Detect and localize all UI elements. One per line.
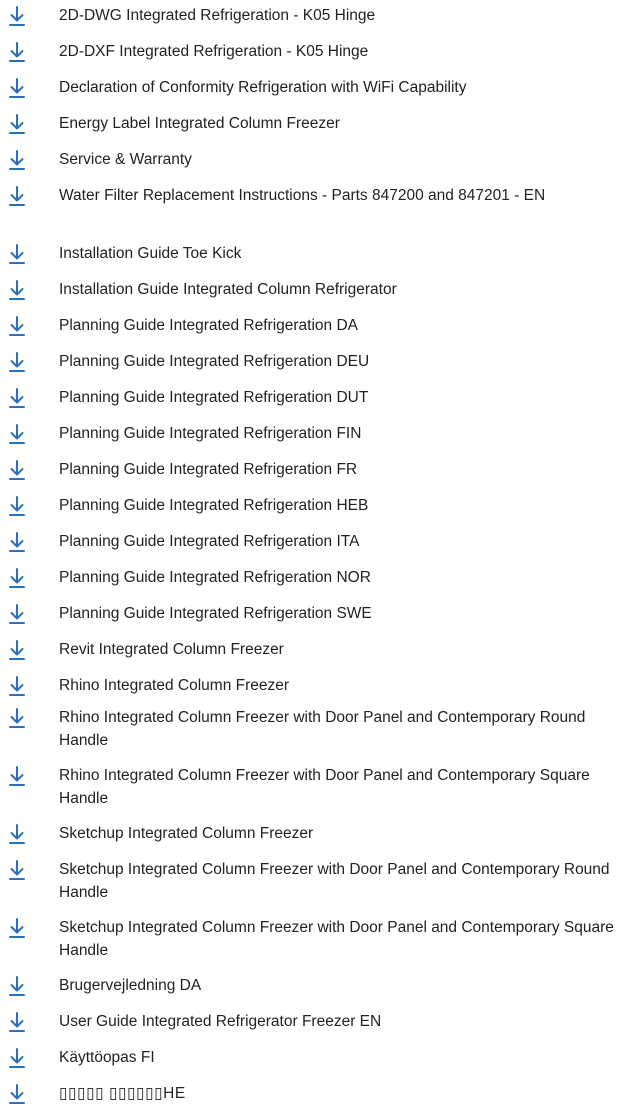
- download-item[interactable]: Installation Guide Integrated Column Ref…: [0, 278, 621, 302]
- download-item[interactable]: Käyttöopas FI: [0, 1046, 621, 1070]
- download-item[interactable]: Water Filter Replacement Instructions - …: [0, 184, 621, 232]
- download-arrow-icon[interactable]: [8, 113, 26, 135]
- download-arrow-icon[interactable]: [8, 423, 26, 445]
- download-item[interactable]: Rhino Integrated Column Freezer with Doo…: [0, 706, 621, 754]
- download-arrow-icon[interactable]: [8, 823, 26, 845]
- download-item[interactable]: 2D-DXF Integrated Refrigeration - K05 Hi…: [0, 40, 621, 64]
- download-item[interactable]: Revit Integrated Column Freezer: [0, 638, 621, 662]
- download-arrow-icon[interactable]: [8, 279, 26, 301]
- download-link[interactable]: Planning Guide Integrated Refrigeration …: [59, 350, 617, 373]
- download-link[interactable]: Planning Guide Integrated Refrigeration …: [59, 314, 617, 337]
- download-link[interactable]: Energy Label Integrated Column Freezer: [59, 112, 617, 135]
- download-item[interactable]: Planning Guide Integrated Refrigeration …: [0, 386, 621, 410]
- download-arrow-icon[interactable]: [8, 531, 26, 553]
- download-item[interactable]: Rhino Integrated Column Freezer: [0, 674, 621, 698]
- download-link[interactable]: Planning Guide Integrated Refrigeration …: [59, 422, 617, 445]
- download-arrow-icon[interactable]: [8, 351, 26, 373]
- download-link[interactable]: Brugervejledning DA: [59, 974, 617, 997]
- download-link[interactable]: Sketchup Integrated Column Freezer: [59, 822, 617, 845]
- download-link[interactable]: Planning Guide Integrated Refrigeration …: [59, 386, 617, 409]
- download-link[interactable]: Rhino Integrated Column Freezer: [59, 674, 617, 697]
- download-item[interactable]: Planning Guide Integrated Refrigeration …: [0, 494, 621, 518]
- download-link[interactable]: Service & Warranty: [59, 148, 617, 171]
- download-item[interactable]: ▯▯▯▯▯ ▯▯▯▯▯▯HE: [0, 1082, 621, 1106]
- download-arrow-icon[interactable]: [8, 243, 26, 265]
- download-arrow-icon[interactable]: [8, 1047, 26, 1069]
- download-link[interactable]: Sketchup Integrated Column Freezer with …: [59, 916, 617, 962]
- download-link[interactable]: Sketchup Integrated Column Freezer with …: [59, 858, 617, 904]
- download-item[interactable]: Planning Guide Integrated Refrigeration …: [0, 422, 621, 446]
- download-arrow-icon[interactable]: [8, 1083, 26, 1105]
- download-link[interactable]: Installation Guide Toe Kick: [59, 242, 617, 265]
- download-item[interactable]: Declaration of Conformity Refrigeration …: [0, 76, 621, 100]
- download-item[interactable]: Energy Label Integrated Column Freezer: [0, 112, 621, 136]
- download-item[interactable]: Rhino Integrated Column Freezer with Doo…: [0, 764, 621, 812]
- download-item[interactable]: Planning Guide Integrated Refrigeration …: [0, 602, 621, 626]
- download-item[interactable]: Planning Guide Integrated Refrigeration …: [0, 566, 621, 590]
- download-item[interactable]: Sketchup Integrated Column Freezer with …: [0, 916, 621, 964]
- download-arrow-icon[interactable]: [8, 603, 26, 625]
- download-link[interactable]: Planning Guide Integrated Refrigeration …: [59, 530, 617, 553]
- download-arrow-icon[interactable]: [8, 765, 26, 787]
- download-arrow-icon[interactable]: [8, 41, 26, 63]
- download-link[interactable]: Planning Guide Integrated Refrigeration …: [59, 494, 617, 517]
- download-item[interactable]: Sketchup Integrated Column Freezer with …: [0, 858, 621, 906]
- download-item[interactable]: Planning Guide Integrated Refrigeration …: [0, 350, 621, 374]
- download-arrow-icon[interactable]: [8, 859, 26, 881]
- download-item[interactable]: Brugervejledning DA: [0, 974, 621, 998]
- download-arrow-icon[interactable]: [8, 149, 26, 171]
- download-item[interactable]: Service & Warranty: [0, 148, 621, 172]
- download-arrow-icon[interactable]: [8, 77, 26, 99]
- download-item[interactable]: User Guide Integrated Refrigerator Freez…: [0, 1010, 621, 1034]
- download-item[interactable]: Planning Guide Integrated Refrigeration …: [0, 458, 621, 482]
- download-link[interactable]: Rhino Integrated Column Freezer with Doo…: [59, 706, 617, 752]
- download-arrow-icon[interactable]: [8, 185, 26, 207]
- download-link[interactable]: Revit Integrated Column Freezer: [59, 638, 617, 661]
- download-arrow-icon[interactable]: [8, 639, 26, 661]
- download-arrow-icon[interactable]: [8, 315, 26, 337]
- download-link[interactable]: Rhino Integrated Column Freezer with Doo…: [59, 764, 617, 810]
- download-link[interactable]: Declaration of Conformity Refrigeration …: [59, 76, 617, 99]
- download-link[interactable]: 2D-DWG Integrated Refrigeration - K05 Hi…: [59, 4, 617, 27]
- download-arrow-icon[interactable]: [8, 1011, 26, 1033]
- download-link[interactable]: Planning Guide Integrated Refrigeration …: [59, 458, 617, 481]
- download-arrow-icon[interactable]: [8, 495, 26, 517]
- download-link[interactable]: Käyttöopas FI: [59, 1046, 617, 1069]
- download-link[interactable]: Planning Guide Integrated Refrigeration …: [59, 602, 617, 625]
- download-arrow-icon[interactable]: [8, 5, 26, 27]
- download-item[interactable]: Planning Guide Integrated Refrigeration …: [0, 530, 621, 554]
- download-item[interactable]: 2D-DWG Integrated Refrigeration - K05 Hi…: [0, 4, 621, 28]
- download-item[interactable]: Planning Guide Integrated Refrigeration …: [0, 314, 621, 338]
- download-link[interactable]: Planning Guide Integrated Refrigeration …: [59, 566, 617, 589]
- download-link[interactable]: Water Filter Replacement Instructions - …: [59, 184, 617, 207]
- download-arrow-icon[interactable]: [8, 675, 26, 697]
- download-arrow-icon[interactable]: [8, 707, 26, 729]
- download-item[interactable]: Installation Guide Toe Kick: [0, 242, 621, 266]
- download-arrow-icon[interactable]: [8, 387, 26, 409]
- download-link[interactable]: 2D-DXF Integrated Refrigeration - K05 Hi…: [59, 40, 617, 63]
- download-arrow-icon[interactable]: [8, 917, 26, 939]
- download-link[interactable]: User Guide Integrated Refrigerator Freez…: [59, 1010, 617, 1033]
- download-link[interactable]: Installation Guide Integrated Column Ref…: [59, 278, 617, 301]
- download-arrow-icon[interactable]: [8, 567, 26, 589]
- download-link[interactable]: ▯▯▯▯▯ ▯▯▯▯▯▯HE: [59, 1082, 617, 1105]
- download-arrow-icon[interactable]: [8, 975, 26, 997]
- download-arrow-icon[interactable]: [8, 459, 26, 481]
- download-item[interactable]: Sketchup Integrated Column Freezer: [0, 822, 621, 846]
